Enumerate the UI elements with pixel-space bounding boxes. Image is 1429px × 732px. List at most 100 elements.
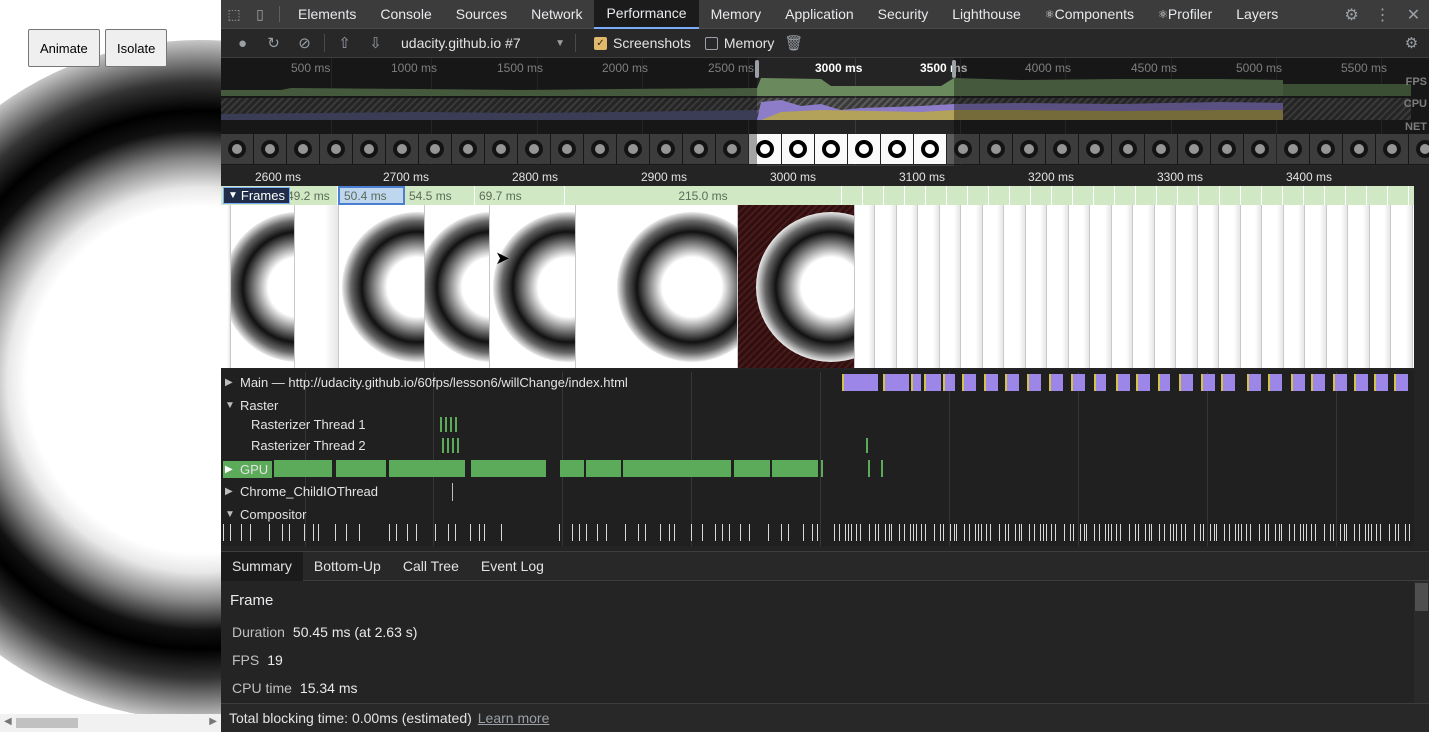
- frame-cell[interactable]: [1304, 186, 1325, 205]
- memory-checkbox[interactable]: Memory: [704, 35, 774, 51]
- scroll-left-icon[interactable]: ◀: [4, 716, 12, 727]
- main-task[interactable]: [962, 374, 976, 391]
- compositor-task[interactable]: [282, 524, 283, 541]
- compositor-task[interactable]: [448, 524, 449, 541]
- frame-cell[interactable]: [968, 186, 989, 205]
- frame-screenshot[interactable]: [939, 205, 961, 368]
- raster-track[interactable]: ▼ Raster: [221, 396, 1414, 416]
- learn-more-link[interactable]: Learn more: [478, 710, 550, 726]
- compositor-task[interactable]: [891, 524, 892, 541]
- compositor-task[interactable]: [1268, 524, 1269, 541]
- filmstrip-thumbnail[interactable]: [914, 134, 946, 164]
- compositor-task[interactable]: [869, 524, 870, 541]
- main-task[interactable]: [1179, 374, 1193, 391]
- main-task[interactable]: [1247, 374, 1261, 391]
- frame-screenshot[interactable]: [1176, 205, 1198, 368]
- compositor-task[interactable]: [702, 524, 703, 541]
- frame-screenshot[interactable]: [1305, 205, 1327, 368]
- compositor-task[interactable]: [241, 524, 242, 541]
- gpu-task[interactable]: [734, 460, 770, 477]
- compositor-task[interactable]: [1064, 524, 1065, 541]
- compositor-task[interactable]: [455, 524, 456, 541]
- frames-track-header[interactable]: ▼ Frames: [223, 187, 290, 204]
- compositor-task[interactable]: [889, 524, 890, 541]
- compositor-task[interactable]: [1315, 524, 1316, 541]
- compositor-task[interactable]: [269, 524, 270, 541]
- clear-icon[interactable]: ⊘: [289, 29, 320, 58]
- compositor-task[interactable]: [1294, 524, 1295, 541]
- main-task[interactable]: [1268, 374, 1282, 391]
- compositor-task[interactable]: [1359, 524, 1360, 541]
- compositor-task[interactable]: [1224, 524, 1225, 541]
- frame-cell[interactable]: [863, 186, 884, 205]
- compositor-task[interactable]: [318, 524, 319, 541]
- compositor-task[interactable]: [1365, 524, 1366, 541]
- frame-cell[interactable]: 49.2 ms: [283, 186, 338, 205]
- compositor-task[interactable]: [1303, 524, 1304, 541]
- range-handle-right[interactable]: [952, 60, 956, 78]
- frame-screenshot[interactable]: [1348, 205, 1370, 368]
- compositor-task[interactable]: [878, 524, 879, 541]
- compositor-task[interactable]: [1005, 524, 1006, 541]
- frame-cell[interactable]: [1262, 186, 1283, 205]
- compositor-task[interactable]: [597, 524, 598, 541]
- main-task[interactable]: [842, 374, 878, 391]
- triangle-down-icon[interactable]: ▼: [225, 400, 235, 411]
- compositor-task[interactable]: [943, 524, 944, 541]
- main-thread-track[interactable]: ▶ Main — http://udacity.github.io/60fps/…: [221, 373, 1414, 393]
- main-task[interactable]: [1027, 374, 1041, 391]
- compositor-task[interactable]: [1246, 524, 1247, 541]
- frame-screenshot[interactable]: [1004, 205, 1026, 368]
- compositor-task[interactable]: [768, 524, 769, 541]
- triangle-down-icon[interactable]: ▼: [225, 509, 235, 520]
- compositor-task[interactable]: [1173, 524, 1174, 541]
- compositor-task[interactable]: [335, 524, 336, 541]
- compositor-task[interactable]: [1395, 524, 1396, 541]
- compositor-task[interactable]: [1040, 524, 1041, 541]
- frame-cell[interactable]: [1073, 186, 1094, 205]
- frame-screenshot[interactable]: [738, 205, 855, 368]
- compositor-task[interactable]: [586, 524, 587, 541]
- compositor-task[interactable]: [1281, 524, 1282, 541]
- main-task[interactable]: [1136, 374, 1150, 391]
- main-task[interactable]: [984, 374, 998, 391]
- compositor-task[interactable]: [1300, 524, 1301, 541]
- gpu-task[interactable]: [471, 460, 546, 477]
- tab-security[interactable]: Security: [866, 0, 941, 29]
- compositor-task[interactable]: [660, 524, 661, 541]
- compositor-task[interactable]: [1108, 524, 1109, 541]
- compositor-task[interactable]: [230, 524, 231, 541]
- compositor-task[interactable]: [1311, 524, 1312, 541]
- details-tab-event-log[interactable]: Event Log: [470, 552, 555, 581]
- compositor-task[interactable]: [1194, 524, 1195, 541]
- compositor-task[interactable]: [416, 524, 417, 541]
- tab-elements[interactable]: Elements: [286, 0, 368, 29]
- main-task[interactable]: [1116, 374, 1130, 391]
- frame-cell[interactable]: [905, 186, 926, 205]
- compositor-task[interactable]: [1279, 524, 1280, 541]
- compositor-task[interactable]: [956, 524, 957, 541]
- tab-profiler[interactable]: ⚛ Profiler: [1146, 0, 1224, 29]
- compositor-task[interactable]: [904, 524, 905, 541]
- frame-cell[interactable]: 69.7 ms: [475, 186, 565, 205]
- compositor-task[interactable]: [1340, 524, 1341, 541]
- gpu-task[interactable]: [772, 460, 818, 477]
- triangle-right-icon[interactable]: ▶: [225, 486, 235, 497]
- tab-components[interactable]: ⚛ Components: [1033, 0, 1146, 29]
- compositor-task[interactable]: [435, 524, 436, 541]
- compositor-task[interactable]: [1111, 524, 1112, 541]
- compositor-task[interactable]: [1099, 524, 1100, 541]
- compositor-task[interactable]: [899, 524, 900, 541]
- frame-cell[interactable]: 215.0 ms: [565, 186, 842, 205]
- main-task[interactable]: [1291, 374, 1305, 391]
- frame-cell[interactable]: [842, 186, 863, 205]
- compositor-task[interactable]: [1333, 524, 1334, 541]
- compositor-task[interactable]: [834, 524, 835, 541]
- compositor-task[interactable]: [964, 524, 965, 541]
- frame-screenshot[interactable]: [1326, 205, 1348, 368]
- frame-screenshot[interactable]: [295, 205, 339, 368]
- details-tab-summary[interactable]: Summary: [221, 551, 303, 581]
- compositor-task[interactable]: [1145, 524, 1146, 541]
- tab-sources[interactable]: Sources: [444, 0, 519, 29]
- tab-layers[interactable]: Layers: [1224, 0, 1290, 29]
